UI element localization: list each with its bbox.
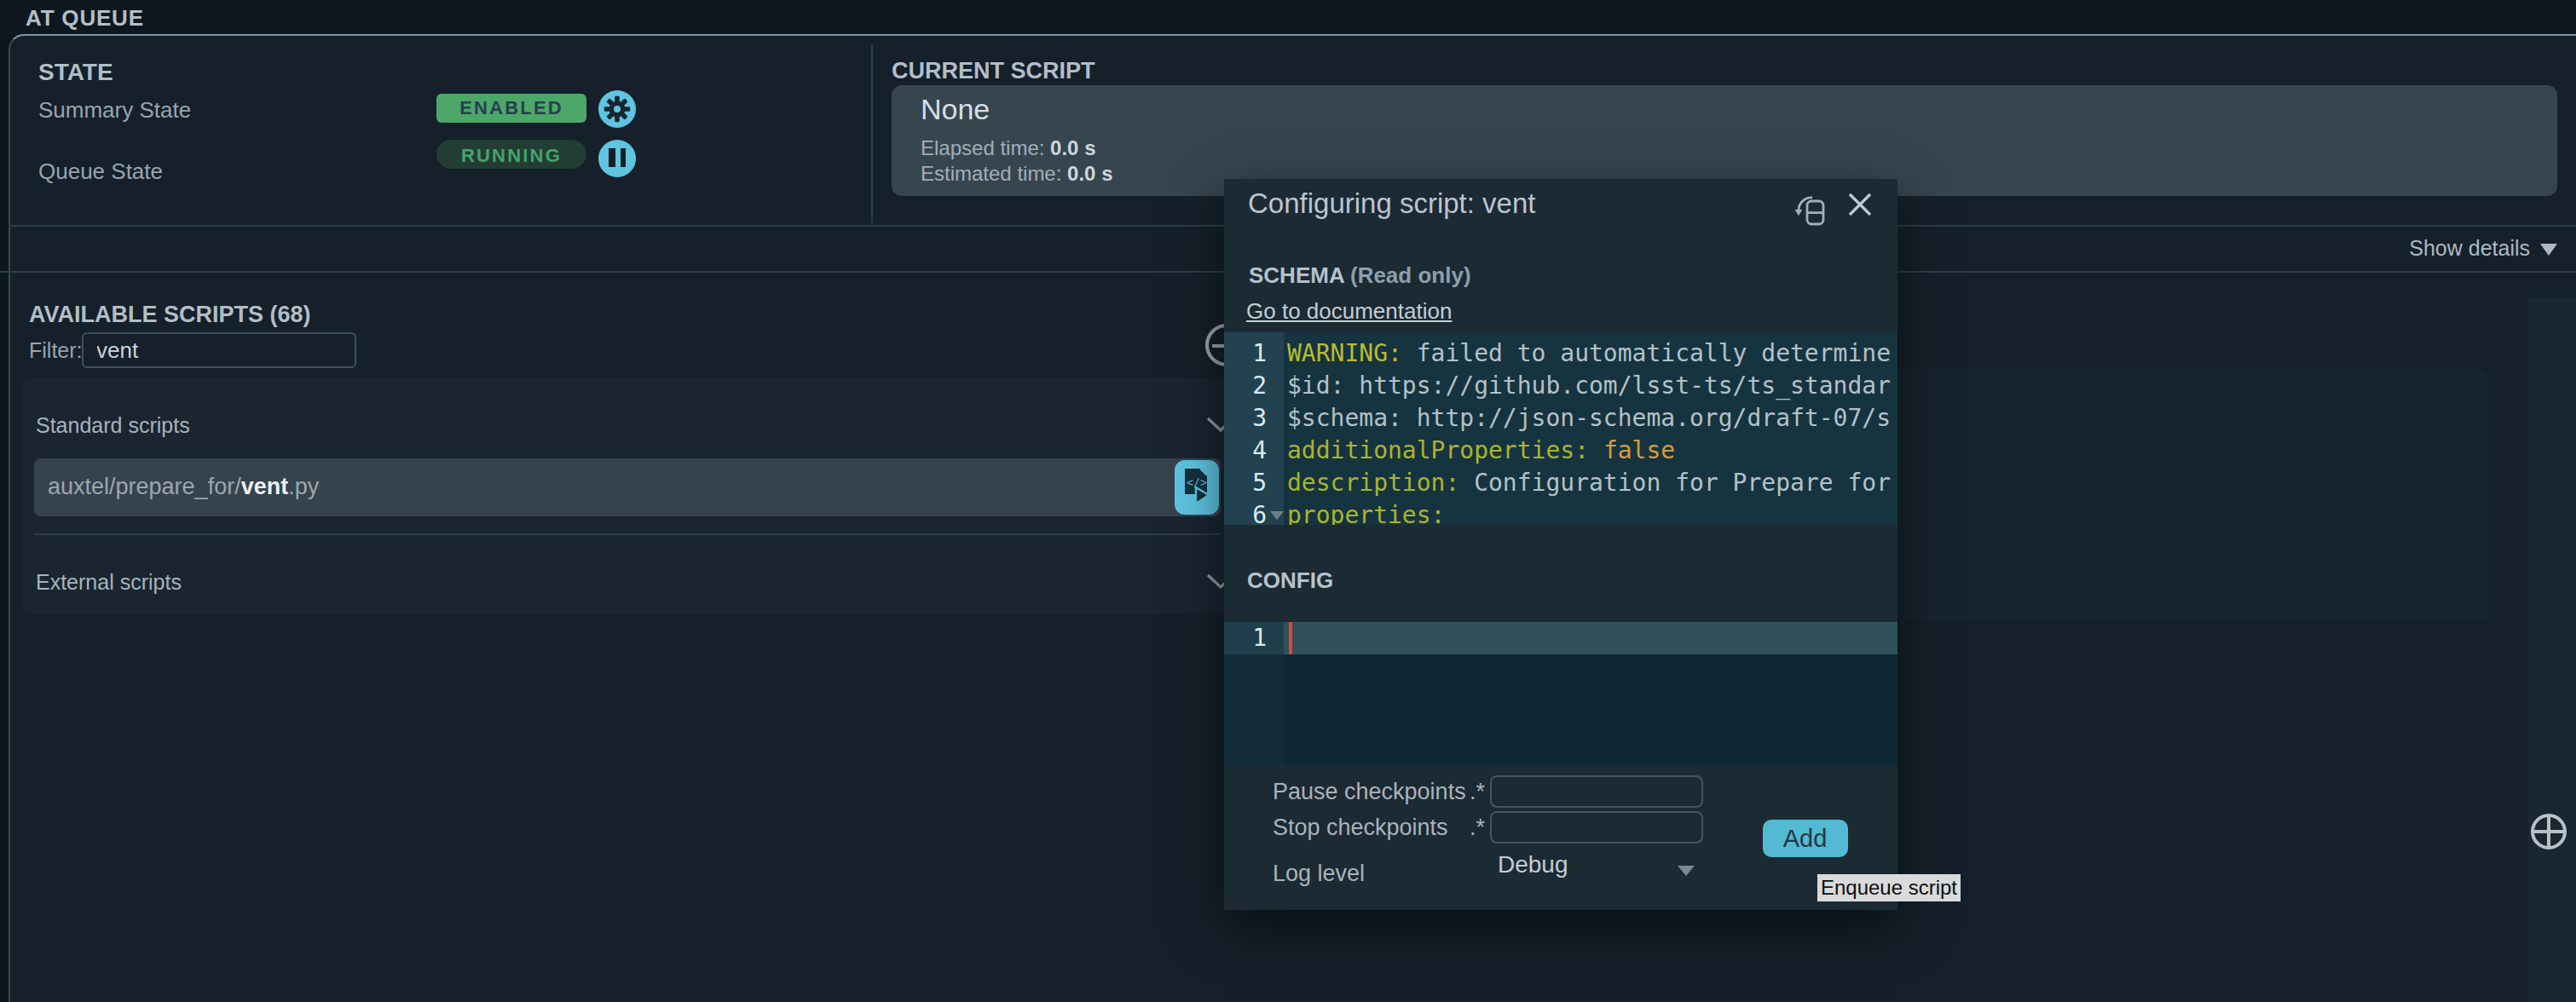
gear-icon	[604, 95, 631, 122]
available-scripts-title: AVAILABLE SCRIPTS (68)	[29, 302, 311, 327]
fold-icon[interactable]	[1270, 510, 1284, 519]
pause-checkpoints-label: Pause checkpoints	[1273, 778, 1466, 803]
schema-code-line: 5description: Configuration for Prepare …	[1224, 467, 1897, 499]
config-code-editor[interactable]: 1	[1224, 622, 1897, 765]
script-path: auxtel/prepare_for/vent.py	[34, 475, 319, 500]
filter-input[interactable]	[81, 331, 356, 368]
summary-state-label: Summary State	[38, 97, 191, 123]
config-section-title: CONFIG	[1247, 567, 1333, 593]
elapsed-time: Elapsed time: 0.0 s	[921, 136, 1096, 160]
schema-section-title: SCHEMA (Read only)	[1249, 262, 1471, 287]
page-title: AT QUEUE	[26, 5, 144, 31]
triangle-down-icon	[2540, 243, 2557, 255]
current-script-section-title: CURRENT SCRIPT	[892, 57, 1095, 83]
script-list-item[interactable]: auxtel/prepare_for/vent.py </>	[34, 458, 1221, 516]
documentation-link[interactable]: Go to documentation	[1246, 298, 1452, 324]
configure-script-button[interactable]: </>	[1175, 459, 1219, 515]
modal-title: Configuring script: vent	[1248, 187, 1536, 220]
queue-state-label: Queue State	[38, 158, 163, 184]
stop-checkpoints-hint: .*	[1470, 814, 1485, 839]
summary-state-badge: ENABLED	[436, 93, 586, 122]
schema-code-line: 2$id: https://github.com/lsst-ts/ts_stan…	[1224, 370, 1897, 402]
divider	[870, 44, 872, 223]
select-arrow-icon	[1678, 865, 1695, 875]
schema-code-line: 3$schema: http://json-schema.org/draft-0…	[1224, 402, 1897, 435]
pause-queue-button[interactable]	[598, 139, 636, 176]
state-section-title: STATE	[38, 57, 113, 84]
queue-state-badge: RUNNING	[436, 140, 586, 169]
schema-code-editor[interactable]: 1WARNING: failed to automatically determ…	[1224, 332, 1897, 524]
log-level-label: Log level	[1273, 860, 1365, 885]
line-number: 1	[1224, 622, 1267, 654]
text-caret	[1288, 622, 1291, 654]
external-scripts-label: External scripts	[36, 571, 182, 595]
crosshair-icon[interactable]	[2530, 813, 2567, 850]
divider	[34, 533, 1221, 534]
right-side-strip	[2527, 298, 2576, 1002]
pause-checkpoints-hint: .*	[1470, 778, 1485, 803]
settings-button[interactable]	[598, 89, 636, 127]
current-script-name: None	[921, 94, 990, 128]
stop-checkpoints-label: Stop checkpoints	[1273, 814, 1448, 839]
close-icon[interactable]	[1848, 193, 1872, 216]
filter-label: Filter:	[29, 339, 83, 363]
configure-script-modal: Configuring script: vent SCHEMA (Read on…	[1224, 179, 1897, 909]
schema-code-line: 6properties:	[1224, 499, 1897, 524]
component-title-bar	[0, 0, 2576, 34]
script-config-icon: </>	[1180, 465, 1214, 510]
add-button[interactable]: Add	[1762, 820, 1848, 856]
schema-code-line: 1WARNING: failed to automatically determ…	[1224, 337, 1897, 370]
copy-icon[interactable]	[1793, 194, 1826, 227]
pause-checkpoints-input[interactable]	[1489, 775, 1703, 807]
stop-checkpoints-input[interactable]	[1489, 811, 1703, 843]
pause-icon	[609, 148, 626, 167]
estimated-time: Estimated time: 0.0 s	[921, 162, 1113, 186]
log-level-select[interactable]: Debug	[1498, 850, 1568, 878]
page: AT QUEUE STATE Summary State Queue State…	[0, 0, 2576, 1002]
enqueue-script-tooltip: Enqueue script	[1817, 874, 1961, 901]
schema-code-line: 4additionalProperties: false	[1224, 435, 1897, 467]
show-details-toggle[interactable]: Show details	[2409, 237, 2557, 261]
standard-scripts-label: Standard scripts	[36, 414, 190, 438]
